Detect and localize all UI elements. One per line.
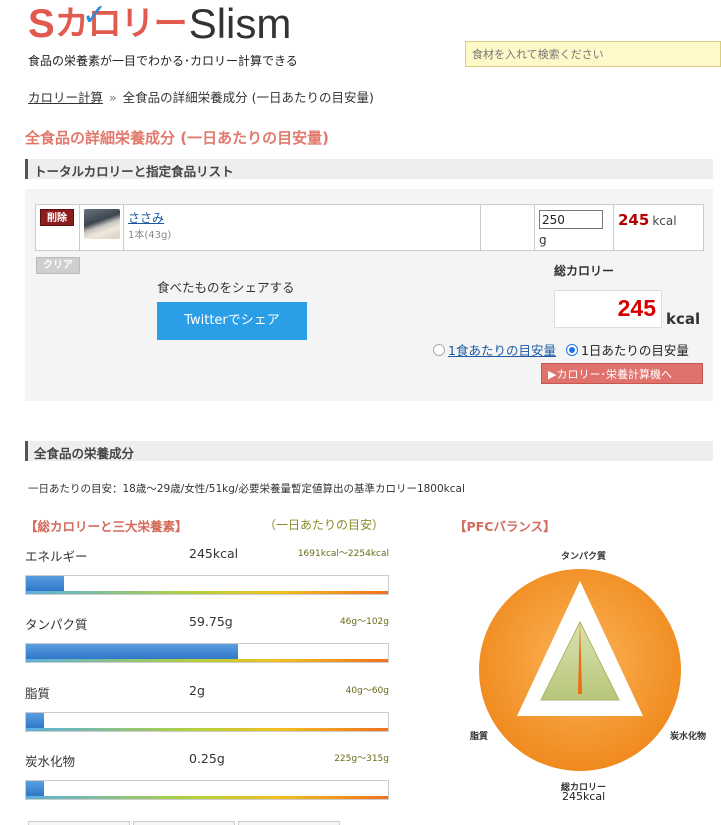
pfc-carb-label: 炭水化物 — [670, 732, 707, 742]
nutrient-name: タンパク質 — [25, 617, 88, 632]
bottom-tab[interactable] — [28, 821, 130, 825]
food-thumbnail-cell — [80, 205, 124, 250]
nutrient-bar — [25, 575, 389, 595]
nutrient-value: 0.25g — [189, 751, 225, 766]
food-thumbnail — [84, 209, 120, 239]
nutrient-bar-fill — [26, 576, 64, 591]
site-logo[interactable]: S カロリー ✓ Slism — [28, 0, 292, 47]
nutrition-section-title: 全食品の栄養成分 — [25, 441, 713, 461]
nutrient-value: 59.75g — [189, 614, 233, 629]
food-table: 削除 ささみ 1本(43g) g 245kcal — [35, 204, 704, 251]
nutrient-bar-scale — [26, 728, 388, 731]
page-title: 全食品の詳細栄養成分 (一日あたりの目安量) — [25, 129, 329, 147]
gram-cell: g — [535, 205, 614, 250]
nutrient-fat: 脂質 2g 40g～60g — [25, 683, 390, 741]
pfc-fat-label: 脂質 — [470, 732, 489, 742]
logo-kana: カロリー — [54, 4, 188, 44]
pfc-chart-svg — [479, 569, 681, 771]
food-unit: 1本(43g) — [128, 230, 172, 241]
food-list-panel: 削除 ささみ 1本(43g) g 245kcal クリア 食べたものをシェアする… — [25, 189, 713, 401]
breadcrumb-home-link[interactable]: カロリー計算 — [28, 90, 103, 105]
row-kcal-value: 245 — [618, 211, 650, 229]
logo-s-mark: S — [28, 2, 55, 46]
nutrient-heading: 【総カロリーと三大栄養素】 — [25, 519, 188, 534]
nutrient-bar-fill — [26, 644, 238, 659]
nutrient-bar-scale — [26, 591, 388, 594]
breadcrumb-separator: » — [109, 90, 117, 105]
radio-per-day[interactable] — [565, 343, 578, 356]
total-calorie-label: 総カロリー — [554, 264, 615, 278]
site-tagline: 食品の栄養素が一目でわかる･カロリー計算できる — [28, 54, 298, 68]
radio-per-meal[interactable] — [433, 343, 445, 356]
nutrient-bar-fill — [26, 781, 45, 796]
radio-per-meal-label[interactable]: 1食あたりの目安量 — [448, 340, 556, 359]
check-icon: ✓ — [82, 0, 108, 33]
nutrient-range: 225g～315g — [334, 754, 389, 764]
breadcrumb: カロリー計算 » 全食品の詳細栄養成分 (一日あたりの目安量) — [28, 87, 374, 106]
bottom-tab[interactable] — [238, 821, 340, 825]
calorie-calculator-button[interactable]: ▶カロリー･栄養計算機へ — [541, 363, 703, 384]
nutrient-range: 40g～60g — [345, 686, 389, 696]
logo-latin: Slism — [188, 0, 292, 47]
nutrient-bar-scale — [26, 796, 388, 799]
nutrient-range: 46g～102g — [339, 617, 389, 627]
row-kcal-unit: kcal — [652, 214, 677, 228]
nutrient-name: 炭水化物 — [25, 754, 76, 769]
radio-per-day-label[interactable]: 1日あたりの目安量 — [581, 340, 689, 359]
nutrient-bar-scale — [26, 659, 388, 662]
spacer-cell — [481, 205, 535, 250]
nutrient-energy: エネルギー 245kcal 1691kcal～2254kcal — [25, 546, 390, 604]
nutrient-bar-fill — [26, 713, 45, 728]
food-name-cell: ささみ 1本(43g) — [124, 205, 481, 250]
nutrient-bar — [25, 780, 389, 800]
search-input[interactable] — [465, 41, 721, 67]
total-calorie-box: 245 — [554, 290, 662, 328]
gram-unit: g — [539, 233, 547, 247]
table-row: 削除 — [36, 205, 80, 250]
pfc-heading: 【PFCバランス】 — [454, 519, 556, 534]
total-calorie-unit: kcal — [666, 310, 701, 328]
pfc-protein-label: タンパク質 — [561, 552, 607, 562]
row-kcal: 245 kcal — [618, 211, 677, 229]
nutrient-name: 脂質 — [25, 686, 51, 701]
delete-button[interactable]: 削除 — [40, 209, 74, 226]
pfc-balance-chart: タンパク質 脂質 炭水化物 総カロリー 245kcal — [466, 540, 714, 810]
share-label: 食べたものをシェアする — [157, 280, 295, 295]
pfc-total-value: 245kcal — [562, 790, 606, 803]
nutrient-protein: タンパク質 59.75g 46g～102g — [25, 614, 390, 672]
nutrient-range: 1691kcal～2254kcal — [297, 549, 389, 559]
twitter-share-button[interactable]: Twitterでシェア — [157, 302, 307, 340]
total-calorie-value: 245 — [617, 295, 656, 321]
nutrient-carbohydrate: 炭水化物 0.25g 225g～315g — [25, 751, 390, 809]
nutrient-value: 245kcal — [189, 546, 239, 561]
daily-range-heading: （一日あたりの目安） — [264, 518, 385, 532]
clear-button[interactable]: クリア — [36, 257, 80, 274]
breadcrumb-current: 全食品の詳細栄養成分 (一日あたりの目安量) — [122, 90, 374, 105]
kcal-cell: 245 kcal — [614, 205, 703, 250]
nutrient-name: エネルギー — [25, 549, 88, 564]
bottom-tab[interactable] — [133, 821, 235, 825]
gram-input[interactable] — [539, 210, 603, 229]
amount-basis-radios: 1食あたりの目安量 1日あたりの目安量 — [433, 340, 689, 359]
food-list-section-title: トータルカロリーと指定食品リスト — [25, 159, 713, 179]
nutrient-bar — [25, 712, 389, 732]
nutrient-value: 2g — [189, 683, 205, 698]
nutrient-bar — [25, 643, 389, 663]
nutrition-basis: 一日あたりの目安：18歳～29歳/女性/51kg/必要栄養量暫定値算出の基準カロ… — [28, 483, 465, 495]
food-name-link[interactable]: ささみ — [128, 209, 164, 226]
